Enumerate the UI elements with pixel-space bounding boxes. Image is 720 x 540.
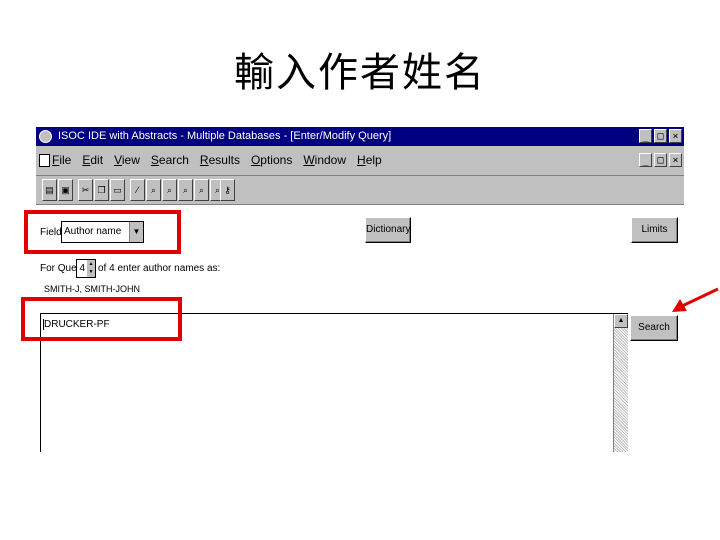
limits-button[interactable]: Limits xyxy=(631,217,678,243)
magic-wand-icon[interactable]: ⁄ xyxy=(130,179,145,201)
copy-icon[interactable]: ❐ xyxy=(94,179,109,201)
find-icon[interactable]: ⌕ xyxy=(146,179,161,201)
sort-icon[interactable]: ⌕ xyxy=(178,179,193,201)
query-number-stepper[interactable]: 4 ▲ ▼ xyxy=(76,259,96,278)
maximize-button[interactable]: □ xyxy=(654,129,667,143)
window-title: ISOC IDE with Abstracts - Multiple Datab… xyxy=(58,130,392,142)
menu-results[interactable]: Results xyxy=(200,153,240,167)
doc-close-button[interactable]: × xyxy=(669,153,682,167)
menu-file[interactable]: File xyxy=(52,153,71,167)
search-button[interactable]: Search xyxy=(630,315,678,341)
document-icon[interactable] xyxy=(39,154,50,167)
application-screenshot: ISOC IDE with Abstracts - Multiple Datab… xyxy=(0,0,720,540)
window-titlebar[interactable]: ISOC IDE with Abstracts - Multiple Datab… xyxy=(36,127,684,146)
save-icon[interactable]: ▣ xyxy=(58,179,73,201)
format-hint: SMITH-J, SMITH-JOHN xyxy=(44,284,140,294)
help-icon[interactable]: ⌕ xyxy=(194,179,209,201)
printer-icon[interactable]: ▤ xyxy=(42,179,57,201)
menu-edit[interactable]: Edit xyxy=(82,153,103,167)
query-instructions: of 4 enter author names as: xyxy=(98,263,221,274)
field-highlight-box xyxy=(24,210,181,254)
paste-icon[interactable]: ▭ xyxy=(110,179,125,201)
cut-icon[interactable]: ✂ xyxy=(78,179,93,201)
menu-options[interactable]: Options xyxy=(251,153,292,167)
menu-bar: File Edit View Search Results Options Wi… xyxy=(36,146,684,176)
menu-view[interactable]: View xyxy=(114,153,140,167)
doc-restore-button[interactable]: □ xyxy=(654,153,667,167)
red-arrow-icon xyxy=(672,287,719,312)
vertical-scrollbar[interactable]: ▲ xyxy=(613,314,628,452)
close-button[interactable]: × xyxy=(669,129,682,143)
toolbar: ▤ ▣ ✂ ❐ ▭ ⁄ ⌕ ⌕ ⌕ ⌕ ⌕ ⚷ xyxy=(36,176,684,205)
menu-window[interactable]: Window xyxy=(303,153,346,167)
info-icon[interactable]: ⚷ xyxy=(220,179,235,201)
doc-minimize-button[interactable]: _ xyxy=(639,153,652,167)
spin-arrows-icon[interactable]: ▲ ▼ xyxy=(87,260,95,277)
menu-search[interactable]: Search xyxy=(151,153,189,167)
format-icon[interactable]: ⌕ xyxy=(162,179,177,201)
app-icon[interactable] xyxy=(39,130,52,143)
scroll-up-arrow-icon[interactable]: ▲ xyxy=(614,314,628,328)
minimize-button[interactable]: _ xyxy=(639,129,652,143)
menu-help[interactable]: Help xyxy=(357,153,382,167)
query-number-value: 4 xyxy=(79,263,85,274)
dictionary-button[interactable]: Dictionary xyxy=(365,217,411,243)
query-highlight-box xyxy=(21,297,182,341)
